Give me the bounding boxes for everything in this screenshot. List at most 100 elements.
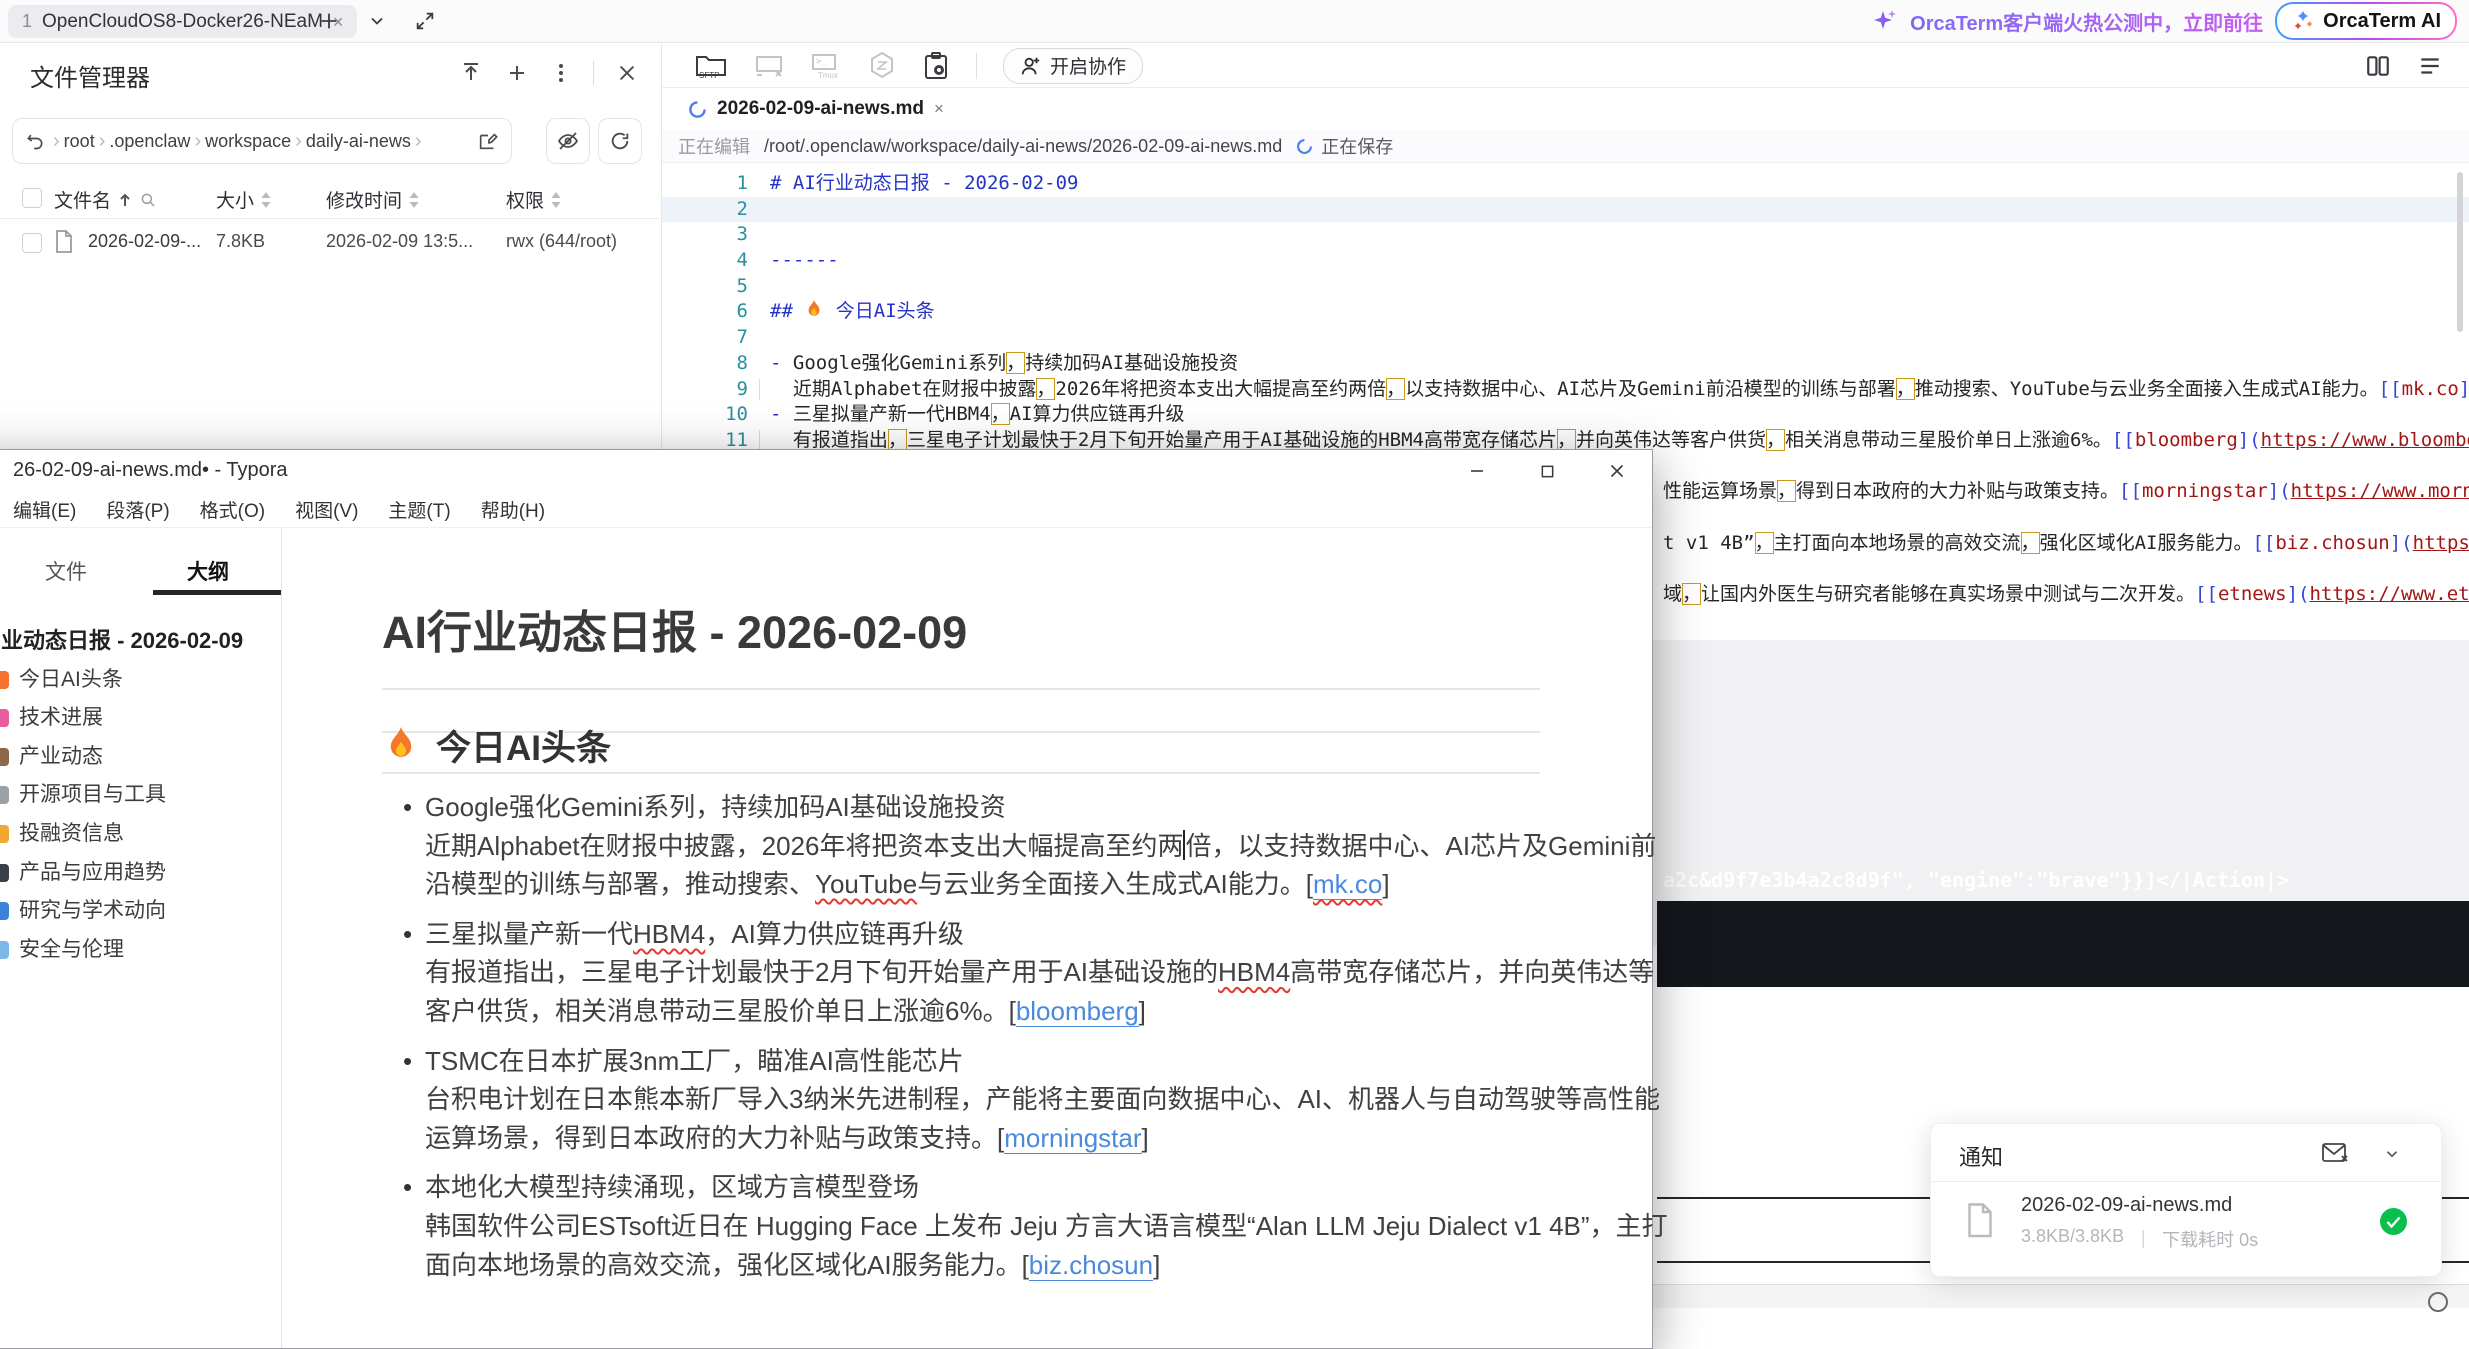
- code-segment: [[: [2112, 429, 2135, 451]
- select-all-checkbox[interactable]: [22, 188, 42, 208]
- downloaded-file-name[interactable]: 2026-02-09-ai-news.md: [2021, 1194, 2232, 1217]
- fullscreen-icon[interactable]: [412, 8, 438, 34]
- breadcrumb-item[interactable]: .openclaw: [109, 131, 190, 151]
- typora-menubar: 编辑(E) 段落(P) 格式(O) 视图(V) 主题(T) 帮助(H): [0, 492, 1652, 528]
- add-person-icon: [1020, 55, 1042, 77]
- column-perm[interactable]: 权限: [506, 186, 544, 213]
- code-segment: ，: [1777, 480, 1796, 502]
- promo-banner-text[interactable]: OrcaTerm客户端火热公测中，立即前往: [1910, 7, 2263, 36]
- code-line: 5: [662, 274, 2469, 300]
- outline-item[interactable]: 今日AI头条: [0, 661, 281, 700]
- outline-root-item[interactable]: 业动态日报 - 2026-02-09: [0, 622, 281, 661]
- start-collaboration-button[interactable]: 开启协作: [1003, 48, 1143, 84]
- inline-link[interactable]: biz.chosun: [1029, 1250, 1153, 1281]
- search-icon[interactable]: [139, 191, 157, 209]
- outline-item[interactable]: 安全与伦理: [0, 931, 281, 970]
- typora-sidebar: 文件 大纲 业动态日报 - 2026-02-09今日AI头条技术进展产业动态开源…: [0, 528, 282, 1348]
- menu-item[interactable]: 格式(O): [200, 496, 265, 523]
- news-bullet: TSMC在日本扩展3nm工厂，瞄准AI高性能芯片 台积电计划在日本熊本新厂导入3…: [407, 1042, 1597, 1158]
- terminal-dark-block: [1657, 901, 2469, 987]
- menu-item[interactable]: 主题(T): [388, 496, 450, 523]
- session-tab-index: 1: [22, 11, 32, 32]
- books-icon: [0, 902, 9, 920]
- clear-notifications-icon[interactable]: [2321, 1140, 2349, 1166]
- editor-tab-title: 2026-02-09-ai-news.md: [717, 98, 924, 120]
- minimize-button[interactable]: [1442, 450, 1512, 492]
- column-mtime[interactable]: 修改时间: [326, 186, 402, 213]
- line-number: 10: [662, 402, 748, 428]
- code-segment: 并向英伟达等客户供货: [1576, 429, 1766, 451]
- split-view-icon[interactable]: [2365, 53, 2391, 79]
- code-segment: mk.co: [2402, 378, 2459, 400]
- back-icon[interactable]: [25, 131, 45, 151]
- outline-item[interactable]: 产业动态: [0, 738, 281, 777]
- column-filename[interactable]: 文件名: [54, 186, 111, 213]
- menu-item[interactable]: 视图(V): [295, 496, 358, 523]
- menu-item[interactable]: 编辑(E): [13, 496, 76, 523]
- refresh-button[interactable]: [598, 118, 642, 164]
- code-area[interactable]: 1# AI行业动态日报 - 2026-02-09234------56## 今日…: [662, 163, 2469, 454]
- outline-item[interactable]: 开源项目与工具: [0, 776, 281, 815]
- news-bullet: 本地化大模型持续涌现，区域方言模型登场 韩国软件公司ESTsoft近日在 Hug…: [407, 1168, 1597, 1284]
- file-manager-title: 文件管理器: [30, 58, 150, 93]
- sort-icon[interactable]: [260, 191, 272, 209]
- clipboard-record-icon[interactable]: [922, 51, 950, 81]
- inline-link[interactable]: bloomberg: [1016, 996, 1139, 1027]
- code-segment: ------: [770, 249, 839, 271]
- column-size[interactable]: 大小: [216, 186, 254, 213]
- close-button[interactable]: [1582, 450, 1652, 492]
- editor-scrollbar[interactable]: [2457, 172, 2463, 332]
- outline-item[interactable]: 研究与学术动向: [0, 892, 281, 931]
- inline-link[interactable]: mk.co: [1313, 869, 1382, 900]
- text-run: 韩国软件公司ESTsoft近日在 Hugging Face 上发布 Jeju 方…: [425, 1211, 1668, 1241]
- text-run: 高带宽存储芯片，并向英伟达等: [1290, 957, 1654, 987]
- session-list-chevron-icon[interactable]: [364, 8, 390, 34]
- orcaterm-ai-button[interactable]: OrcaTerm AI: [2275, 2, 2457, 40]
- outline-item[interactable]: 技术进展: [0, 699, 281, 738]
- code-segment: ](: [2268, 480, 2291, 502]
- menu-item[interactable]: 帮助(H): [481, 496, 545, 523]
- news-bullet: 三星拟量产新一代HBM4，AI算力供应链再升级 有报道指出，三星电子计划最快于2…: [407, 915, 1597, 1031]
- code-segment: 相关消息带动三星股价单日上涨逾6%。: [1785, 429, 2112, 451]
- line-number: 1: [662, 171, 748, 197]
- editor-tab-close-icon[interactable]: ×: [934, 99, 944, 119]
- outline-item[interactable]: 产品与应用趋势: [0, 854, 281, 893]
- sort-asc-icon[interactable]: [117, 191, 133, 209]
- text-run: ]: [1153, 1250, 1160, 1280]
- more-options-kebab-icon[interactable]: [551, 61, 571, 85]
- code-line: 8- Google强化Gemini系列，持续加码AI基础设施投资: [662, 351, 2469, 377]
- sort-icon[interactable]: [408, 191, 420, 209]
- typora-titlebar[interactable]: 26-02-09-ai-news.md• - Typora: [0, 450, 1652, 492]
- edit-path-icon[interactable]: [477, 130, 499, 152]
- sftp-icon[interactable]: SFTP: [694, 51, 728, 81]
- table-row[interactable]: 2026-02-09-... 7.8KB 2026-02-09 13:5... …: [0, 220, 660, 266]
- panel-list-icon[interactable]: [2417, 53, 2443, 79]
- inline-link[interactable]: morningstar: [1004, 1123, 1141, 1154]
- breadcrumb-item[interactable]: workspace: [205, 131, 291, 151]
- new-file-icon[interactable]: [505, 61, 529, 85]
- download-meta: 3.8KB/3.8KB ｜ 下载耗时 0s: [2021, 1226, 2258, 1252]
- text-run: YouTube: [815, 869, 917, 899]
- sort-icon[interactable]: [550, 191, 562, 209]
- sidebar-tab-outline[interactable]: 大纲: [187, 556, 229, 586]
- floating-bell-icon[interactable]: [2428, 1292, 2448, 1312]
- editor-file-tab[interactable]: 2026-02-09-ai-news.md ×: [676, 88, 956, 130]
- code-line: 7: [662, 325, 2469, 351]
- hide-hidden-files-button[interactable]: [546, 118, 590, 164]
- session-tab[interactable]: 1 OpenCloudOS8-Docker26-NEaM ×: [8, 5, 357, 38]
- menu-item[interactable]: 段落(P): [106, 496, 169, 523]
- breadcrumb-item[interactable]: root: [64, 131, 95, 151]
- close-panel-icon[interactable]: [616, 62, 638, 84]
- outline-item[interactable]: 投融资信息: [0, 815, 281, 854]
- file-name[interactable]: 2026-02-09-...: [88, 231, 201, 252]
- text-run: 近期Alphabet在财报中披露，2026年将把资本支出大幅提高至约两: [425, 831, 1183, 861]
- maximize-button[interactable]: [1512, 450, 1582, 492]
- breadcrumb-chevron-icon: ›: [411, 130, 426, 152]
- new-session-icon[interactable]: [316, 8, 342, 34]
- breadcrumb-item[interactable]: daily-ai-news: [306, 131, 411, 151]
- row-checkbox[interactable]: [22, 233, 42, 253]
- collapse-chevron-icon[interactable]: [2383, 1145, 2401, 1163]
- upload-icon[interactable]: [459, 61, 483, 85]
- code-segment: ，: [1766, 429, 1785, 451]
- sidebar-tab-files[interactable]: 文件: [45, 556, 87, 586]
